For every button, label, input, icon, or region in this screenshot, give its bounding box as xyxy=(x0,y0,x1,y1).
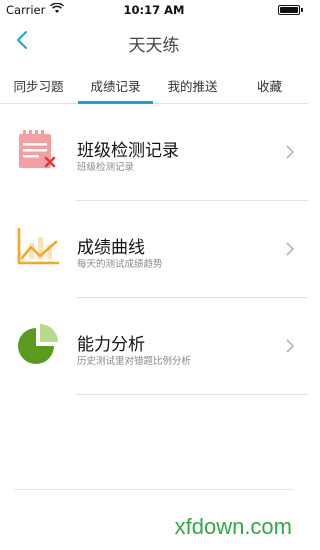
line-chart-icon xyxy=(16,225,60,269)
tab-bar: 同步习题 成绩记录 我的推送 收藏 xyxy=(0,66,308,104)
battery-icon xyxy=(278,5,303,15)
tab-my-push[interactable]: 我的推送 xyxy=(154,66,231,103)
tab-favorites[interactable]: 收藏 xyxy=(231,66,308,103)
list-item-class-test-records[interactable]: 班级检测记录 班级检测记录 xyxy=(0,104,308,201)
bottom-divider xyxy=(14,489,294,490)
score-record-list: 班级检测记录 班级检测记录 成绩曲线 每天的测试成绩趋势 能力分析 历史测试里对… xyxy=(0,104,308,395)
list-item-score-curve[interactable]: 成绩曲线 每天的测试成绩趋势 xyxy=(0,201,308,298)
chevron-right-icon xyxy=(284,241,296,257)
list-item-subtitle: 每天的测试成绩趋势 xyxy=(77,259,163,270)
clock-time: 10:17 AM xyxy=(123,3,185,17)
list-item-ability-analysis[interactable]: 能力分析 历史测试里对错题比例分析 xyxy=(0,298,308,395)
chevron-right-icon xyxy=(284,338,296,354)
tab-score-records[interactable]: 成绩记录 xyxy=(77,66,154,104)
calendar-x-icon xyxy=(16,128,60,172)
page-title: 天天练 xyxy=(128,36,180,56)
pie-chart-icon xyxy=(16,322,60,366)
list-item-subtitle: 历史测试里对错题比例分析 xyxy=(77,356,192,367)
list-item-label: 能力分析 xyxy=(77,335,145,355)
watermark-text: xfdown.com xyxy=(174,514,292,539)
row-divider xyxy=(76,394,308,395)
list-item-subtitle: 班级检测记录 xyxy=(77,162,135,173)
tab-sync-exercises[interactable]: 同步习题 xyxy=(0,66,77,103)
chevron-right-icon xyxy=(284,144,296,160)
list-item-label: 班级检测记录 xyxy=(77,141,179,161)
list-item-label: 成绩曲线 xyxy=(77,238,145,258)
status-bar: Carrier 10:17 AM xyxy=(0,0,308,20)
nav-bar: 天天练 xyxy=(0,20,308,64)
